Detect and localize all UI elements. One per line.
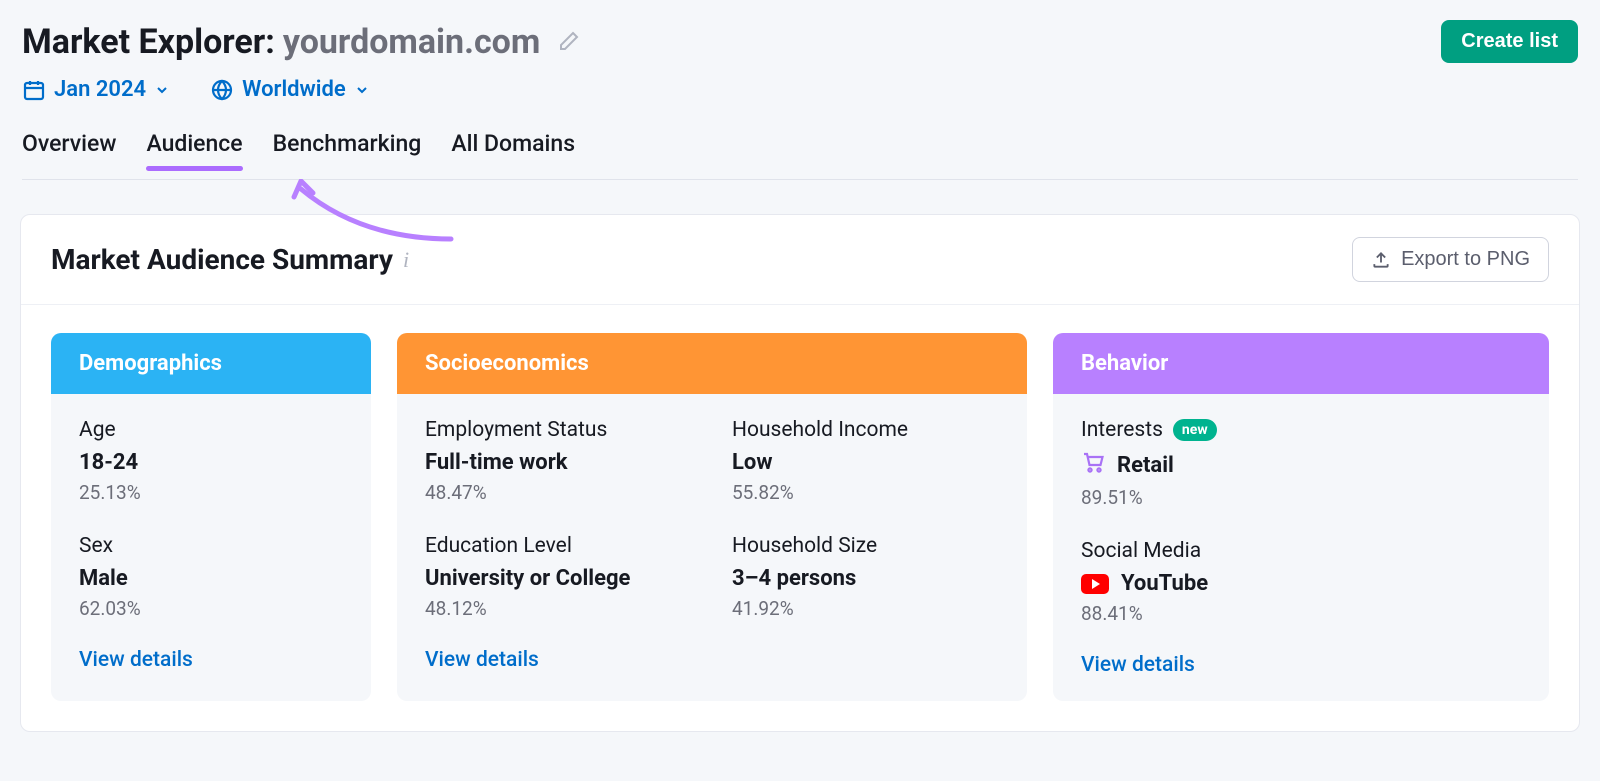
tab-overview[interactable]: Overview <box>22 130 116 169</box>
metric-label-text: Interests <box>1081 418 1163 442</box>
metric-label: Education Level <box>425 534 692 558</box>
export-label: Export to PNG <box>1401 248 1530 271</box>
metric-pct: 48.47% <box>425 481 692 504</box>
date-filter-label: Jan 2024 <box>54 77 146 102</box>
date-filter[interactable]: Jan 2024 <box>22 77 170 102</box>
metric-pct: 41.92% <box>732 597 999 620</box>
title-domain: yourdomain.com <box>283 22 541 62</box>
panel-behavior: Behavior Interests new Retail <box>1053 333 1549 701</box>
card-title: Market Audience Summary i <box>51 243 409 276</box>
metric-value-text: Retail <box>1117 453 1174 478</box>
metric-pct: 62.03% <box>79 597 343 620</box>
create-list-button[interactable]: Create list <box>1441 20 1578 63</box>
tab-benchmarking[interactable]: Benchmarking <box>273 130 422 169</box>
metric-interests: Interests new Retail 89.51% <box>1081 418 1521 509</box>
edit-icon[interactable] <box>556 30 580 54</box>
metric-label: Household Income <box>732 418 999 442</box>
view-details-link[interactable]: View details <box>425 648 539 672</box>
chevron-down-icon <box>354 82 370 98</box>
metric-label: Sex <box>79 534 343 558</box>
metric-value: YouTube <box>1081 571 1521 596</box>
region-filter[interactable]: Worldwide <box>210 77 370 102</box>
metric-label: Interests new <box>1081 418 1521 442</box>
chevron-down-icon <box>154 82 170 98</box>
panel-demographics: Demographics Age 18-24 25.13% Sex Male 6… <box>51 333 371 701</box>
metric-income: Household Income Low 55.82% <box>732 418 999 504</box>
metric-value: University or College <box>425 566 692 591</box>
tabs: Overview Audience Benchmarking All Domai… <box>22 130 1578 180</box>
info-icon[interactable]: i <box>403 247 409 273</box>
metric-label: Social Media <box>1081 539 1521 563</box>
metric-value-text: YouTube <box>1121 571 1208 596</box>
metric-value: Retail <box>1081 450 1521 480</box>
metric-label: Household Size <box>732 534 999 558</box>
new-badge: new <box>1173 419 1217 441</box>
title-prefix: Market Explorer: <box>22 22 275 62</box>
metric-social-media: Social Media YouTube 88.41% <box>1081 539 1521 625</box>
summary-card: Market Audience Summary i Export to PNG … <box>20 214 1580 732</box>
view-details-link[interactable]: View details <box>79 648 193 672</box>
metric-label: Employment Status <box>425 418 692 442</box>
metric-pct: 55.82% <box>732 481 999 504</box>
metric-value: 18-24 <box>79 450 343 475</box>
cart-icon <box>1081 450 1105 480</box>
panel-behavior-title: Behavior <box>1053 333 1549 394</box>
metric-value: Male <box>79 566 343 591</box>
card-title-text: Market Audience Summary <box>51 243 393 276</box>
metric-value: 3–4 persons <box>732 566 999 591</box>
metric-label: Age <box>79 418 343 442</box>
metric-sex: Sex Male 62.03% <box>79 534 343 620</box>
metric-pct: 25.13% <box>79 481 343 504</box>
panel-demographics-title: Demographics <box>51 333 371 394</box>
panel-socioeconomics-title: Socioeconomics <box>397 333 1027 394</box>
calendar-icon <box>22 78 46 102</box>
view-details-link[interactable]: View details <box>1081 653 1195 677</box>
metric-employment: Employment Status Full-time work 48.47% <box>425 418 692 504</box>
metric-age: Age 18-24 25.13% <box>79 418 343 504</box>
tab-audience[interactable]: Audience <box>146 130 242 169</box>
page-title: Market Explorer: yourdomain.com <box>22 22 580 62</box>
metric-household-size: Household Size 3–4 persons 41.92% <box>732 534 999 620</box>
region-filter-label: Worldwide <box>242 77 346 102</box>
metric-pct: 89.51% <box>1081 486 1521 509</box>
metric-value: Full-time work <box>425 450 692 475</box>
metric-value: Low <box>732 450 999 475</box>
metric-pct: 48.12% <box>425 597 692 620</box>
export-png-button[interactable]: Export to PNG <box>1352 237 1549 282</box>
youtube-icon <box>1081 574 1109 594</box>
tab-all-domains[interactable]: All Domains <box>451 130 575 169</box>
upload-icon <box>1371 250 1391 270</box>
globe-icon <box>210 78 234 102</box>
metric-education: Education Level University or College 48… <box>425 534 692 620</box>
panel-socioeconomics: Socioeconomics Employment Status Full-ti… <box>397 333 1027 701</box>
metric-pct: 88.41% <box>1081 602 1521 625</box>
